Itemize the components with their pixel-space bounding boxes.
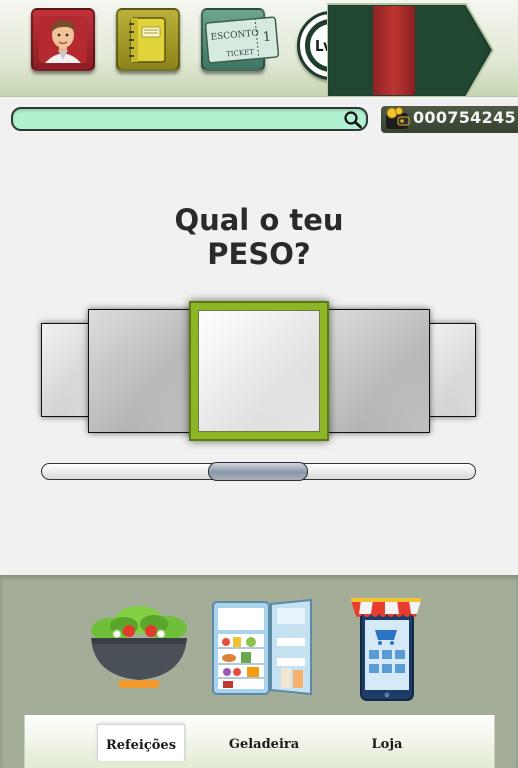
- notebook-icon: [129, 17, 166, 63]
- selected-card-face: [198, 310, 320, 432]
- weight-option-card[interactable]: [427, 323, 476, 417]
- profile-button[interactable]: [31, 8, 95, 71]
- picker-scroll-thumb[interactable]: [208, 462, 308, 481]
- bottom-tab-bar: Refeições Geladeira Loja: [24, 715, 495, 768]
- question-title: Qual o teu PESO?: [0, 203, 518, 271]
- salad-bowl-icon[interactable]: [89, 598, 189, 690]
- weight-option-selected[interactable]: [189, 301, 329, 441]
- top-bar: ESCONTO TICKET 1 Lv. 8: [0, 0, 518, 97]
- question-line-1: Qual o teu: [174, 203, 344, 237]
- search-icon[interactable]: [343, 110, 363, 129]
- phone-shop-icon[interactable]: [349, 596, 423, 702]
- weight-option-card[interactable]: [88, 309, 194, 433]
- tab-refeicoes[interactable]: Refeições: [97, 724, 185, 761]
- search-bar[interactable]: [11, 107, 368, 131]
- coupon-number: 1: [262, 29, 272, 45]
- question-line-2: PESO?: [207, 237, 311, 271]
- weight-option-card[interactable]: [322, 309, 430, 433]
- coupon-button[interactable]: ESCONTO TICKET 1: [201, 8, 279, 71]
- tab-loja[interactable]: Loja: [361, 737, 413, 757]
- coin-count: 000754245: [413, 108, 516, 127]
- discount-ticket-icon: ESCONTO TICKET 1: [204, 16, 279, 64]
- energy-fill: [373, 6, 415, 95]
- tab-geladeira[interactable]: Geladeira: [221, 737, 307, 757]
- search-input[interactable]: [23, 110, 343, 128]
- wallet-icon: [386, 107, 410, 129]
- open-fridge-icon[interactable]: [211, 598, 315, 698]
- weight-option-card[interactable]: [41, 323, 91, 417]
- coin-balance: 000754245: [381, 106, 518, 133]
- diary-button[interactable]: [116, 8, 180, 71]
- profile-avatar-icon: [39, 16, 87, 63]
- energy-meter: [327, 3, 495, 97]
